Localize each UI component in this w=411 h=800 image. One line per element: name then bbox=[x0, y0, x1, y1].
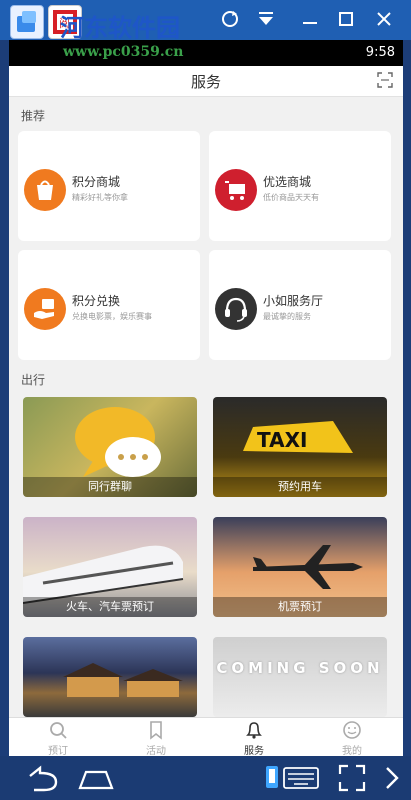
page-title: 服务 bbox=[190, 73, 221, 91]
card-subtitle: 精彩好礼等你拿 bbox=[72, 193, 128, 202]
status-bar: www.pc0359.cn 9:58 bbox=[9, 40, 403, 66]
card-points-mall[interactable]: 积分商城 精彩好礼等你拿 bbox=[18, 131, 200, 241]
minimize-icon[interactable] bbox=[298, 8, 322, 32]
back-icon[interactable] bbox=[22, 762, 62, 794]
hotel-building-icon bbox=[63, 663, 183, 697]
card-points-exchange[interactable]: 积分兑换 兑换电影票，娱乐赛事 bbox=[18, 250, 200, 360]
tile-train-bus-ticket[interactable]: 火车、汽车票预订 bbox=[23, 517, 197, 617]
tile-caption: 预约用车 bbox=[213, 477, 387, 497]
smile-icon bbox=[343, 721, 361, 739]
card-title: 优选商城 bbox=[263, 175, 312, 189]
home-icon[interactable] bbox=[76, 762, 116, 794]
dropdown-icon[interactable] bbox=[254, 8, 278, 32]
fullscreen-icon[interactable] bbox=[336, 762, 368, 794]
tab-label: 我的 bbox=[342, 746, 362, 756]
section-title-travel: 出行 bbox=[21, 373, 46, 387]
tile-ride-booking[interactable]: TAXI 预约用车 bbox=[213, 397, 387, 497]
cart-icon bbox=[215, 169, 257, 211]
tab-booking[interactable]: 预订 bbox=[9, 718, 107, 756]
service-content: 推荐 积分商城 精彩好礼等你拿 优选商城 低价商品天天有 积分兑换 兑换电影票，… bbox=[9, 97, 403, 717]
tab-label: 预订 bbox=[48, 746, 68, 756]
shopping-bag-icon bbox=[24, 169, 66, 211]
refresh-icon[interactable] bbox=[218, 8, 242, 32]
close-icon[interactable] bbox=[372, 8, 396, 32]
card-title: 积分兑换 bbox=[72, 294, 121, 308]
chevron-right-icon[interactable] bbox=[382, 762, 402, 794]
card-title: 小如服务厅 bbox=[263, 294, 324, 308]
tab-label: 服务 bbox=[244, 746, 264, 756]
card-select-mall[interactable]: 优选商城 低价商品天天有 bbox=[209, 131, 391, 241]
emulator-bottom-bar bbox=[0, 756, 411, 800]
tile-flight-ticket[interactable]: 机票预订 bbox=[213, 517, 387, 617]
search-icon bbox=[50, 722, 67, 739]
maximize-icon[interactable] bbox=[334, 8, 358, 32]
tile-caption: 火车、汽车票预订 bbox=[23, 597, 197, 617]
card-title: 积分商城 bbox=[72, 175, 121, 189]
tile-hotel[interactable] bbox=[23, 637, 197, 717]
coming-soon-label: COMING SOON bbox=[216, 659, 384, 677]
card-service-hall[interactable]: 小如服务厅 最诚挚的服务 bbox=[209, 250, 391, 360]
tile-coming-soon: COMING SOON bbox=[213, 637, 387, 717]
tile-caption: 机票预订 bbox=[213, 597, 387, 617]
tab-mine[interactable]: 我的 bbox=[303, 718, 401, 756]
svg-text:TAXI: TAXI bbox=[257, 428, 307, 452]
tab-activity[interactable]: 活动 bbox=[107, 718, 205, 756]
bottom-tab-bar: 预订 活动 服务 我的 bbox=[9, 717, 403, 756]
tile-caption: 同行群聊 bbox=[23, 477, 197, 497]
watermark-title: 河东软件园 bbox=[60, 13, 180, 42]
headset-icon bbox=[215, 288, 257, 330]
bell-icon bbox=[246, 722, 262, 739]
card-subtitle: 兑换电影票，娱乐赛事 bbox=[72, 312, 152, 321]
tile-group-chat[interactable]: 同行群聊 bbox=[23, 397, 197, 497]
scan-icon[interactable] bbox=[377, 72, 393, 88]
card-subtitle: 低价商品天天有 bbox=[263, 193, 319, 202]
watermark-url: www.pc0359.cn bbox=[63, 44, 184, 60]
top-nav: 服务 bbox=[9, 66, 403, 97]
section-title-recommend: 推荐 bbox=[21, 109, 46, 123]
bookmark-icon bbox=[150, 721, 162, 740]
status-time: 9:58 bbox=[365, 45, 395, 60]
phone-screen: www.pc0359.cn 9:58 服务 推荐 积分商城 精彩好礼等你拿 优选… bbox=[9, 40, 403, 756]
emulator-title-bar: 阅 河东软件园 bbox=[0, 0, 411, 42]
card-subtitle: 最诚挚的服务 bbox=[263, 312, 311, 321]
tab-label: 活动 bbox=[146, 746, 166, 756]
keyboard-toggle-icon[interactable] bbox=[264, 762, 322, 794]
exchange-hand-icon bbox=[24, 288, 66, 330]
tab-service[interactable]: 服务 bbox=[205, 718, 303, 756]
emulator-home-icon[interactable] bbox=[10, 5, 44, 39]
